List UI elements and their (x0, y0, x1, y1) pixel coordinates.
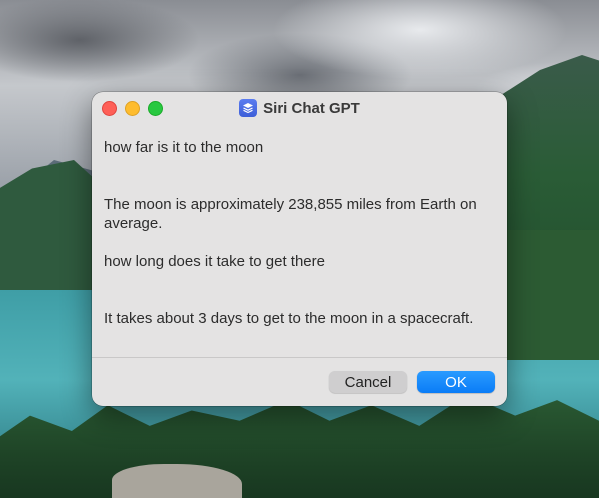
window-title: Siri Chat GPT (263, 99, 360, 117)
user-message: how long does it take to get there (104, 253, 325, 270)
assistant-message: The moon is approximately 238,855 miles … (104, 196, 477, 232)
user-message: how far is it to the moon (104, 139, 264, 156)
layers-icon (239, 99, 258, 117)
chat-dialog: Siri Chat GPT how far is it to the moon … (92, 92, 507, 406)
hill-right (505, 230, 599, 360)
desktop-wallpaper: Siri Chat GPT how far is it to the moon … (0, 0, 599, 498)
ok-button[interactable]: OK (417, 371, 495, 393)
rock (112, 464, 242, 498)
assistant-message: It takes about 3 days to get to the moon… (104, 310, 474, 327)
title-bar[interactable]: Siri Chat GPT (92, 92, 507, 124)
window-title-group: Siri Chat GPT (92, 92, 507, 124)
cancel-button[interactable]: Cancel (329, 371, 407, 393)
divider (92, 357, 507, 358)
